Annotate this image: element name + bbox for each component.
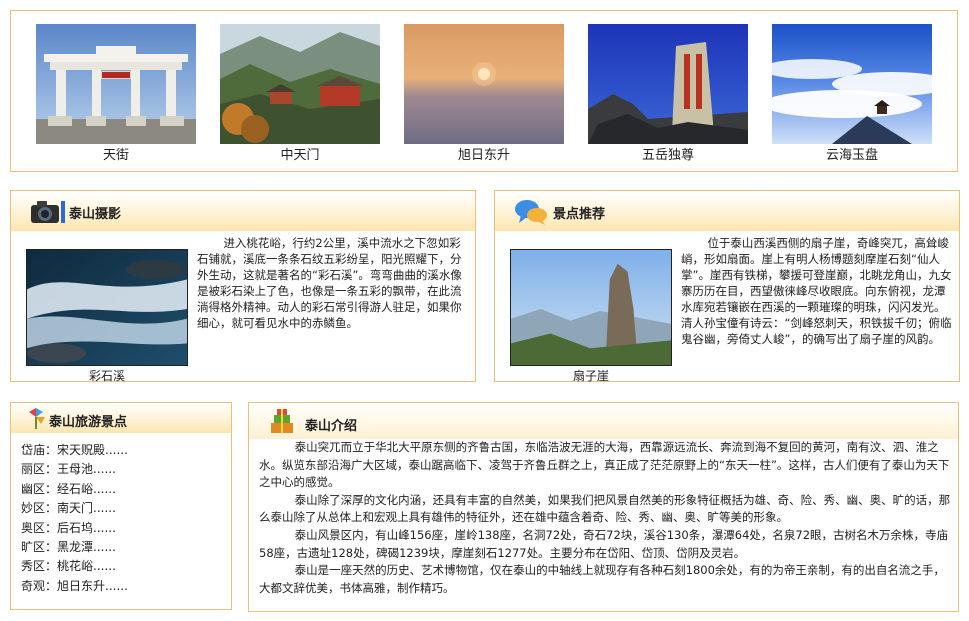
region-label: 岱庙：	[21, 443, 58, 457]
list-item: 幽区：经石峪......	[21, 480, 128, 499]
gallery-item-zhongtianmen[interactable]: 中天门	[220, 24, 380, 164]
gallery-caption: 中天门	[280, 148, 320, 163]
sea-of-clouds-photo[interactable]	[772, 24, 932, 144]
gift-stack-icon	[271, 409, 293, 433]
mountain-temple-photo[interactable]	[220, 24, 380, 144]
spot-link[interactable]: 宋天贶殿......	[57, 443, 128, 457]
panel-title: 泰山介绍	[305, 419, 358, 434]
intro-paragraph: 泰山除了深厚的文化内涵，还具有丰富的自然美，如果我们把风景自然美的形象特征概括为…	[259, 492, 951, 525]
region-label: 丽区：	[21, 462, 58, 477]
list-item: 秀区：桃花峪......	[21, 557, 128, 576]
panel-header: 泰山旅游景点	[11, 403, 231, 433]
chat-bubbles-icon	[515, 200, 547, 225]
region-label: 旷区：	[21, 540, 58, 555]
list-item: 岱庙：宋天贶殿......	[21, 441, 128, 460]
list-item: 妙区：南天门......	[21, 499, 128, 518]
photo-figure: 彩石溪	[26, 249, 188, 384]
panel-header: 泰山介绍	[249, 403, 958, 439]
spot-link[interactable]: 王母池......	[57, 462, 116, 476]
intro-paragraph: 泰山突兀而立于华北大平原东侧的齐鲁古国，东临浩波无涯的大海，西靠源远流长、奔流到…	[259, 440, 950, 490]
sunrise-photo[interactable]	[404, 24, 564, 144]
pinwheel-icon	[29, 408, 45, 429]
introduction-panel: 泰山介绍 泰山突兀而立于华北大平原东侧的齐鲁古国，东临浩波无涯的大海，西靠源远流…	[248, 402, 959, 612]
gallery-caption: 云海玉盘	[825, 148, 878, 163]
photography-text: 进入桃花峪，行约2公里，溪中流水之下忽如彩石铺就，溪底一条条石纹五彩纷呈，阳光照…	[197, 236, 462, 330]
gallery-caption: 天街	[102, 148, 129, 163]
gallery-item-sunrise[interactable]: 旭日东升	[404, 24, 564, 164]
gallery-caption: 旭日东升	[457, 148, 510, 163]
cliff-photo[interactable]	[510, 249, 672, 366]
list-item: 奥区：后石坞......	[21, 519, 128, 538]
panel-header: 景点推荐	[495, 191, 959, 231]
photo-figure: 扇子崖	[510, 249, 672, 384]
spot-link[interactable]: 黑龙潭......	[57, 540, 116, 554]
spot-link[interactable]: 后石坞......	[57, 521, 116, 535]
gallery-item-yunhai[interactable]: 云海玉盘	[772, 24, 932, 164]
panel-header: 泰山摄影	[11, 191, 475, 231]
region-label: 秀区：	[21, 559, 58, 574]
panel-title: 景点推荐	[553, 207, 606, 222]
photo-caption: 彩石溪	[88, 369, 125, 383]
panel-title: 泰山摄影	[69, 207, 122, 222]
list-item: 旷区：黑龙潭......	[21, 538, 128, 557]
introduction-text: 泰山突兀而立于华北大平原东侧的齐鲁古国，东临浩波无涯的大海，西靠源远流长、奔流到…	[259, 439, 951, 597]
list-item: 丽区：王母池......	[21, 460, 128, 479]
spot-link[interactable]: 旭日东升......	[57, 579, 128, 593]
scenic-gallery: 天街 中天门 旭日东升 五岳独尊 云海玉盘	[10, 10, 958, 172]
spot-link[interactable]: 经石峪......	[57, 482, 116, 496]
panel-title: 泰山旅游景点	[49, 415, 128, 430]
gallery-item-tianjie[interactable]: 天街	[36, 24, 196, 164]
region-label: 奇观：	[21, 578, 58, 593]
photo-caption: 扇子崖	[572, 369, 609, 383]
region-label: 妙区：	[21, 501, 58, 516]
photography-panel: 泰山摄影 彩石溪 进入桃花峪，行约2公里，溪中流水之下忽如彩石铺就，溪底一条条石…	[10, 190, 476, 384]
gallery-caption: 五岳独尊	[641, 148, 694, 163]
region-label: 幽区：	[21, 481, 58, 496]
gallery-item-wuyue[interactable]: 五岳独尊	[588, 24, 748, 164]
intro-paragraph: 泰山风景区内，有山峰156座，崖岭138座，名洞72处，奇石72块，溪谷130条…	[259, 527, 949, 560]
scenic-spots-list: 岱庙：宋天贶殿...... 丽区：王母池...... 幽区：经石峪...... …	[21, 441, 128, 596]
memorial-archway-photo[interactable]	[36, 24, 196, 144]
recommend-panel: 景点推荐 扇子崖 位于泰山西溪西侧的扇子崖，奇峰突兀，高耸峻峭，形如扇面。崖上有…	[494, 190, 960, 384]
list-item: 奇观：旭日东升......	[21, 577, 128, 596]
camera-icon	[31, 201, 65, 223]
recommend-text: 位于泰山西溪西侧的扇子崖，奇峰突兀，高耸峻峭，形如扇面。崖上有明人杨博题刻摩崖石…	[681, 236, 952, 346]
stream-photo[interactable]	[26, 249, 188, 366]
inscribed-rock-photo[interactable]	[588, 24, 748, 144]
spot-link[interactable]: 南天门......	[57, 501, 116, 515]
region-label: 奥区：	[21, 520, 58, 535]
spot-link[interactable]: 桃花峪......	[57, 559, 116, 573]
intro-paragraph: 泰山是一座天然的历史、艺术博物馆，仅在泰山的中轴线上就现存有各种石刻1800余处…	[259, 563, 945, 595]
scenic-spots-panel: 泰山旅游景点 岱庙：宋天贶殿...... 丽区：王母池...... 幽区：经石峪…	[10, 402, 232, 610]
